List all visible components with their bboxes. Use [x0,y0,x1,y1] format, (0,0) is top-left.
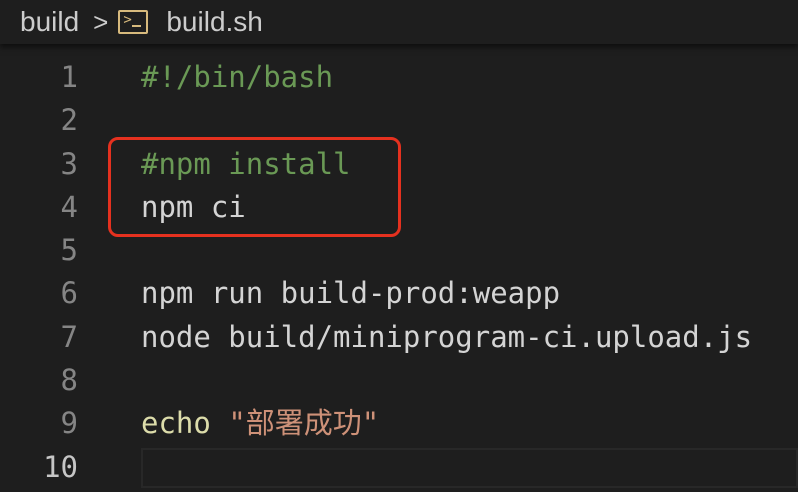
breadcrumb-folder[interactable]: build [20,6,79,38]
line-number: 5 [60,233,78,268]
code-text[interactable]: echo "部署成功" [141,402,379,445]
code-token: #!/bin/bash [141,60,334,94]
code-text[interactable]: npm run build-prod:weapp [141,272,560,315]
line-number: 4 [60,189,78,224]
line-number: 1 [60,60,78,94]
line-number: 9 [60,406,78,441]
code-line[interactable]: 9 echo "部署成功" [0,402,798,445]
code-text[interactable]: node build/miniprogram-ci.upload.js [141,316,752,359]
code-token: "部署成功" [228,406,380,441]
line-number: 3 [60,146,78,181]
terminal-icon: > [118,10,149,34]
code-line[interactable]: 7 node build/miniprogram-ci.upload.js [0,316,798,359]
line-number: 7 [60,319,78,354]
breadcrumb-separator-icon: > [93,6,109,37]
line-number: 8 [60,363,78,398]
code-line[interactable]: 6 npm run build-prod:weapp [0,272,798,315]
code-line[interactable]: 10 [0,446,798,489]
code-lines[interactable]: 1 #!/bin/bash 2 3 #npm install 4 npm ci 5 6 npm r… [0,56,798,489]
line-number: 6 [60,276,78,311]
code-line[interactable]: 8 [0,359,798,402]
breadcrumb: build > > build.sh [0,0,798,44]
code-line[interactable]: 1 #!/bin/bash [0,56,798,99]
breadcrumb-file[interactable]: build.sh [166,6,263,38]
line-number: 2 [60,103,78,138]
code-token: npm run build-prod:weapp [141,276,561,311]
code-token: node build/miniprogram-ci.upload.js [141,319,753,354]
code-token: echo [141,406,211,441]
annotation-box [108,137,401,237]
code-editor[interactable]: build > > build.sh 1 #!/bin/bash 2 3 #npm in… [0,0,798,492]
line-number: 10 [43,449,78,484]
code-text[interactable]: #!/bin/bash [141,56,333,99]
